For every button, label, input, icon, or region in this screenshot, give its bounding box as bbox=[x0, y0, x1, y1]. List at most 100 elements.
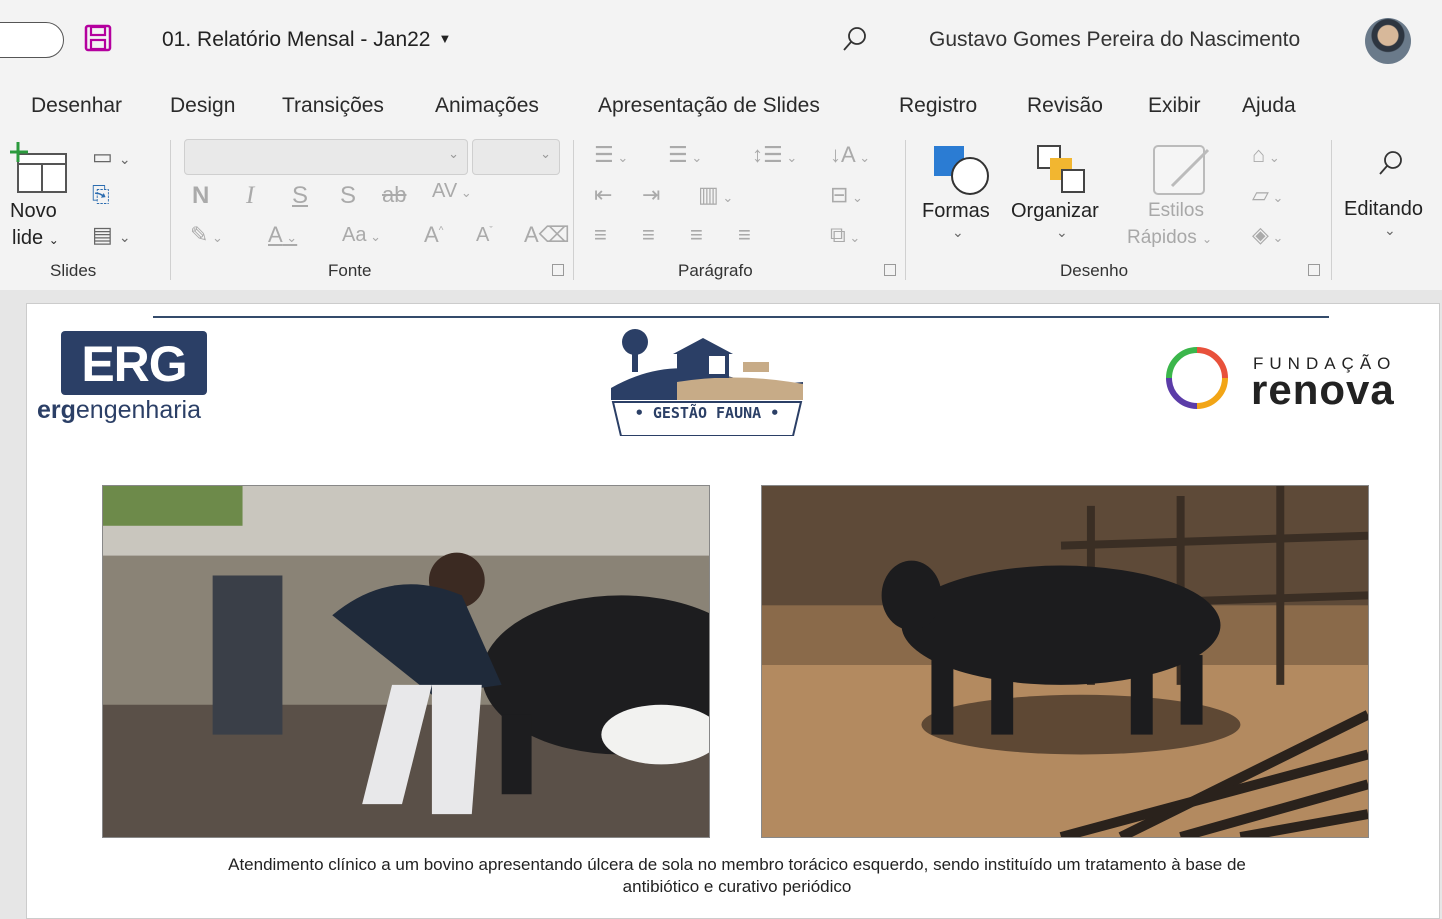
tab-exibir[interactable]: Exibir bbox=[1148, 94, 1201, 118]
decrease-indent-icon[interactable]: ⇤ bbox=[594, 182, 612, 208]
fonte-dialog-launcher-icon[interactable] bbox=[552, 264, 564, 276]
align-left-icon[interactable]: ≡ bbox=[594, 222, 607, 248]
chevron-down-icon[interactable]: ⌄ bbox=[952, 224, 964, 241]
erg-subtitle: ergengenharia bbox=[37, 396, 201, 425]
char-spacing-text: AV bbox=[432, 180, 458, 202]
tab-ajuda[interactable]: Ajuda bbox=[1242, 94, 1296, 118]
ribbon-tabs: Desenhar Design Transições Animações Apr… bbox=[0, 78, 1442, 134]
tab-animacoes[interactable]: Animações bbox=[435, 94, 539, 118]
bold-button[interactable]: N bbox=[192, 182, 209, 210]
grow-font-button[interactable]: A^ bbox=[424, 222, 443, 248]
erg-logo: ERG bbox=[61, 331, 207, 395]
separator bbox=[1331, 140, 1332, 280]
reset-icon[interactable]: ⎘ bbox=[92, 182, 110, 208]
renova-logo-icon bbox=[1166, 347, 1228, 409]
char-spacing-button[interactable]: AV ⌄ bbox=[432, 180, 472, 203]
italic-button[interactable]: I bbox=[246, 182, 254, 210]
chevron-down-icon: ⌄ bbox=[540, 146, 551, 161]
font-name-combo[interactable]: ⌄ bbox=[184, 139, 468, 175]
desenho-dialog-launcher-icon[interactable] bbox=[1308, 264, 1320, 276]
grow-font-text: A bbox=[424, 222, 439, 247]
align-right-icon[interactable]: ≡ bbox=[690, 222, 703, 248]
columns-icon[interactable]: ▥ ⌄ bbox=[698, 182, 733, 208]
document-title-text: 01. Relatório Mensal - Jan22 bbox=[162, 28, 431, 51]
shadow-button[interactable]: S bbox=[340, 182, 356, 210]
shapes-label[interactable]: Formas bbox=[922, 200, 990, 223]
header-rule bbox=[153, 316, 1329, 318]
arrange-label[interactable]: Organizar bbox=[1011, 200, 1099, 223]
font-color-icon[interactable]: A ⌄ bbox=[268, 222, 297, 248]
group-label-slides: Slides bbox=[50, 261, 97, 280]
group-label-fonte: Fonte bbox=[328, 261, 372, 280]
tab-desenhar[interactable]: Desenhar bbox=[31, 94, 122, 118]
caption-line-1: Atendimento clínico a um bovino apresent… bbox=[228, 855, 1246, 874]
underline-button[interactable]: S bbox=[292, 182, 308, 210]
shape-fill-icon[interactable]: ⌂ ⌄ bbox=[1252, 142, 1280, 168]
quick-styles-label-1[interactable]: Estilos bbox=[1148, 200, 1204, 222]
tab-design[interactable]: Design bbox=[170, 94, 235, 118]
clear-format-icon[interactable]: A⌫ bbox=[524, 222, 570, 248]
quick-styles-label-2-text: Rápidos bbox=[1127, 227, 1197, 248]
group-label-paragrafo: Parágrafo bbox=[678, 261, 753, 280]
layout-icon[interactable]: ▭ ⌄ bbox=[92, 144, 131, 170]
search-icon[interactable] bbox=[1376, 148, 1406, 178]
separator bbox=[905, 140, 906, 280]
highlight-icon[interactable]: ✎ ⌄ bbox=[190, 222, 223, 248]
quick-styles-label-2[interactable]: Rápidos ⌄ bbox=[1127, 227, 1212, 249]
tab-registro[interactable]: Registro bbox=[899, 94, 977, 118]
user-name[interactable]: Gustavo Gomes Pereira do Nascimento bbox=[929, 28, 1300, 52]
save-icon[interactable] bbox=[84, 24, 112, 52]
new-slide-icon[interactable] bbox=[10, 142, 70, 198]
photo-cow-corral[interactable] bbox=[761, 485, 1369, 838]
numbering-icon[interactable]: ☰ ⌄ bbox=[668, 142, 702, 168]
bullets-icon[interactable]: ☰ ⌄ bbox=[594, 142, 628, 168]
chevron-down-icon: ⌄ bbox=[448, 146, 459, 161]
shape-outline-icon[interactable]: ▱ ⌄ bbox=[1252, 182, 1283, 208]
search-icon[interactable] bbox=[840, 24, 870, 54]
change-case-button[interactable]: Aa ⌄ bbox=[342, 224, 381, 247]
arrange-icon[interactable] bbox=[1034, 142, 1094, 198]
strikethrough-button[interactable]: ab bbox=[382, 182, 406, 208]
quick-styles-icon[interactable] bbox=[1152, 142, 1212, 198]
change-case-text: Aa bbox=[342, 224, 367, 246]
shrink-font-button[interactable]: Aˇ bbox=[476, 224, 493, 247]
align-text-icon[interactable]: ⊟ ⌄ bbox=[830, 182, 863, 208]
tab-transicoes[interactable]: Transições bbox=[282, 94, 384, 118]
section-icon[interactable]: ▤ ⌄ bbox=[92, 222, 131, 248]
photo-vet-treatment[interactable] bbox=[102, 485, 710, 838]
smartart-icon[interactable]: ⧉ ⌄ bbox=[830, 222, 860, 248]
chevron-down-icon[interactable]: ⌄ bbox=[1056, 224, 1068, 241]
tab-apresentacao[interactable]: Apresentação de Slides bbox=[598, 94, 820, 118]
autosave-toggle[interactable] bbox=[0, 22, 64, 58]
gestao-fauna-text: • GESTÃO FAUNA • bbox=[634, 404, 780, 422]
photo-caption: Atendimento clínico a um bovino apresent… bbox=[87, 854, 1387, 898]
avatar[interactable] bbox=[1365, 18, 1411, 64]
tab-revisao[interactable]: Revisão bbox=[1027, 94, 1103, 118]
renova-logo-text: renova bbox=[1251, 366, 1395, 413]
chevron-down-icon[interactable]: ⌄ bbox=[1384, 222, 1396, 239]
erg-subtitle-rest: engenharia bbox=[75, 396, 202, 424]
paragrafo-dialog-launcher-icon[interactable] bbox=[884, 264, 896, 276]
font-size-combo[interactable]: ⌄ bbox=[472, 139, 560, 175]
document-title[interactable]: 01. Relatório Mensal - Jan22 ▼ bbox=[162, 28, 451, 52]
new-slide-label-2-text: lide bbox=[12, 227, 44, 249]
shapes-icon[interactable] bbox=[930, 142, 994, 198]
new-slide-label-1[interactable]: Novo bbox=[10, 200, 57, 223]
line-spacing-icon[interactable]: ↕☰ ⌄ bbox=[752, 142, 797, 168]
separator bbox=[170, 140, 171, 280]
separator bbox=[573, 140, 574, 280]
chevron-down-icon: ⌄ bbox=[48, 233, 59, 247]
increase-indent-icon[interactable]: ⇥ bbox=[642, 182, 660, 208]
shrink-font-text: A bbox=[476, 224, 490, 246]
title-bar: 01. Relatório Mensal - Jan22 ▼ Gustavo Go… bbox=[0, 0, 1442, 78]
editing-label[interactable]: Editando bbox=[1344, 198, 1423, 221]
new-slide-label-2[interactable]: lide ⌄ bbox=[12, 227, 59, 250]
shape-effects-icon[interactable]: ◈ ⌄ bbox=[1252, 222, 1283, 248]
chevron-down-icon: ▼ bbox=[438, 31, 452, 46]
text-direction-icon[interactable]: ↓A ⌄ bbox=[830, 142, 870, 168]
erg-subtitle-bold: erg bbox=[37, 396, 76, 424]
justify-icon[interactable]: ≡ bbox=[738, 222, 751, 248]
slide[interactable]: ERG ergengenharia • GESTÃO FAUNA • FUNDA… bbox=[26, 303, 1440, 919]
align-center-icon[interactable]: ≡ bbox=[642, 222, 655, 248]
ribbon: Novo lide ⌄ ▭ ⌄ ⎘ ▤ ⌄ Slides ⌄ ⌄ N I S S… bbox=[0, 134, 1442, 290]
